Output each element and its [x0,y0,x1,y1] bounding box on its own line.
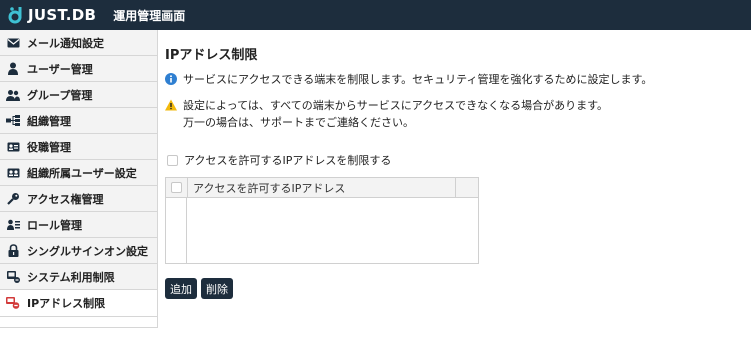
sidebar-item-label: 組織管理 [27,114,71,128]
member-card-icon [6,166,20,180]
sidebar-item-label: グループ管理 [27,88,93,102]
sidebar-item-label: システム利用制限 [27,270,115,284]
warning-line-1: 設定によっては、すべての端末からサービスにアクセスできなくなる場合があります。 [183,99,609,112]
warning-message: 設定によっては、すべての端末からサービスにアクセスできなくなる場合があります。 … [165,97,608,131]
restrict-ip-option[interactable]: アクセスを許可するIPアドレスを制限する [167,152,391,168]
sidebar-item-label: シングルサインオン設定 [27,244,148,258]
sidebar-item-organization[interactable]: 組織管理 [0,108,157,134]
group-icon [6,88,20,102]
logo[interactable]: JUST.DB [6,5,96,25]
sidebar-item-label: ロール管理 [27,218,82,232]
sidebar-item-label: 役職管理 [27,140,71,154]
sidebar-item-label: メール通知設定 [27,36,104,50]
column-header-ip: アクセスを許可するIPアドレス [188,178,456,197]
sidebar-item-positions[interactable]: 役職管理 [0,134,157,160]
role-icon [6,218,20,232]
sidebar-item-single-sign-on[interactable]: シングルサインオン設定 [0,238,157,264]
sidebar-item-access-rights[interactable]: アクセス権管理 [0,186,157,212]
sidebar: メール通知設定 ユーザー管理 グループ管理 組織管理 役職管理 組織所属ユーザー… [0,30,158,328]
sidebar-item-groups[interactable]: グループ管理 [0,82,157,108]
info-text: サービスにアクセスできる端末を制限します。セキュリティ管理を強化するために設定し… [183,73,653,86]
ip-address-table: アクセスを許可するIPアドレス [165,177,479,264]
warning-line-2: 万一の場合は、サポートまでご連絡ください。 [183,116,414,129]
select-all-checkbox[interactable] [171,182,182,193]
sidebar-item-label: アクセス権管理 [27,192,104,206]
info-icon [165,73,177,85]
key-icon [6,192,20,206]
sidebar-item-ip-restriction[interactable]: IPアドレス制限 [0,290,157,317]
info-message: サービスにアクセスできる端末を制限します。セキュリティ管理を強化するために設定し… [165,71,652,87]
restrict-ip-label: アクセスを許可するIPアドレスを制限する [184,154,392,167]
add-button[interactable]: 追加 [165,278,197,299]
sidebar-item-mail-notification[interactable]: メール通知設定 [0,30,157,56]
warning-icon [165,99,177,111]
sidebar-item-users[interactable]: ユーザー管理 [0,56,157,82]
user-icon [6,62,20,76]
select-all-cell [166,178,188,197]
logo-mark-icon [8,7,22,24]
id-card-icon [6,140,20,154]
column-header-extra [456,178,478,197]
org-chart-icon [6,114,20,128]
mail-icon [6,36,20,50]
lock-icon [6,244,20,258]
delete-button[interactable]: 削除 [201,278,233,299]
sidebar-item-label: 組織所属ユーザー設定 [27,166,137,180]
logo-text: JUST.DB [28,6,97,24]
top-bar: JUST.DB 運用管理画面 [0,0,751,30]
sidebar-item-roles[interactable]: ロール管理 [0,212,157,238]
sidebar-item-system-usage-limit[interactable]: システム利用制限 [0,264,157,290]
app-title: 運用管理画面 [113,8,186,23]
page-title: IPアドレス制限 [165,48,258,63]
sidebar-item-label: IPアドレス制限 [27,297,106,310]
table-header: アクセスを許可するIPアドレス [166,178,478,198]
system-limit-icon [6,270,20,284]
sidebar-item-org-user-settings[interactable]: 組織所属ユーザー設定 [0,160,157,186]
ip-restrict-icon [6,296,20,310]
restrict-ip-checkbox[interactable] [167,154,178,166]
table-body [186,198,187,263]
sidebar-item-label: ユーザー管理 [27,62,93,76]
action-buttons: 追加 削除 [165,278,233,299]
